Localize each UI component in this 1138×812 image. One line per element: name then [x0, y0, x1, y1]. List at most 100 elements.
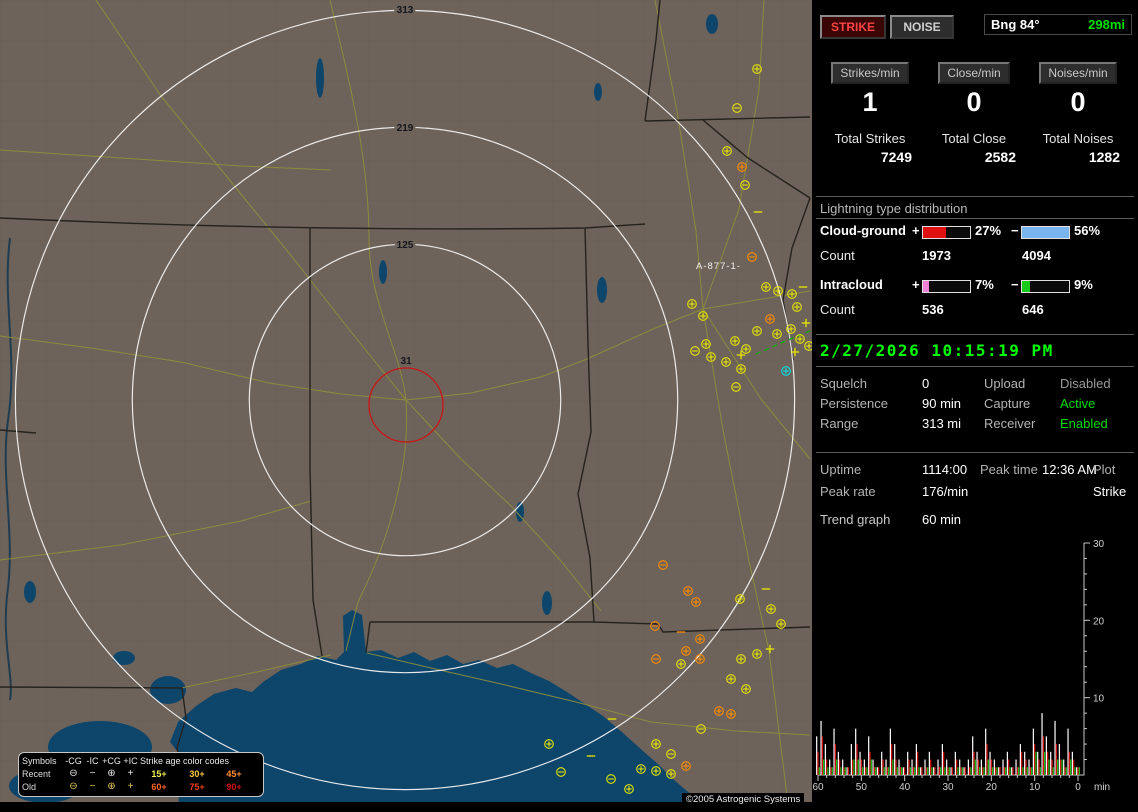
peak-rate-value: 176/min: [922, 484, 969, 499]
cg-plus-percent: 27%: [975, 223, 1002, 238]
range-ring-label-31: 31: [400, 356, 412, 367]
noise-mode-button[interactable]: NOISE: [890, 15, 954, 39]
svg-text:50: 50: [856, 782, 868, 793]
upload-value: Disabled: [1060, 376, 1111, 391]
legend-symbols-header: Symbols: [22, 756, 57, 766]
close-per-min-value: 0: [966, 87, 982, 117]
intracloud-count-row: Count 536 646: [812, 302, 1138, 322]
legend-grid: Symbols -CG -IC +CG +IC Strike age color code…: [22, 755, 260, 794]
cg-minus-percent: 56%: [1074, 223, 1101, 238]
svg-text:30: 30: [1093, 539, 1105, 550]
bearing-label: Bng 84°: [991, 17, 1040, 32]
plot-value: Strike: [1093, 484, 1127, 499]
range-receiver-row: Range 313 mi Receiver Enabled: [812, 416, 1138, 434]
capture-label: Capture: [984, 396, 1031, 411]
age-code: 90+: [226, 782, 242, 792]
peak-time-label: Peak time: [980, 462, 1038, 477]
cg-minus-bar-fill: [1022, 227, 1069, 238]
bearing-range: 298mi: [1088, 17, 1125, 32]
minus-sign: −: [1011, 277, 1019, 292]
legend-age-header: Strike age color codes: [140, 756, 230, 766]
app-window: 313 219 125 31 A-877-1- Symbols -CG -IC +CG…: [0, 0, 1138, 812]
persistence-value: 90 min: [922, 396, 962, 411]
strikes-per-min-button[interactable]: Strikes/min: [831, 62, 909, 84]
persistence-capture-row: Persistence 90 min Capture Active: [812, 396, 1138, 414]
capture-value: Active: [1060, 396, 1096, 411]
map-legend: Symbols -CG -IC +CG +IC Strike age color code…: [18, 752, 264, 797]
map-canvas[interactable]: 313 219 125 31 A-877-1-: [0, 0, 812, 812]
plot-label: Plot: [1093, 462, 1116, 477]
storm-cell-label: A-877-1-: [696, 261, 741, 272]
bearing-readout: Bng 84° 298mi: [984, 14, 1132, 35]
minus-sign: −: [1011, 223, 1019, 238]
strike-mode-button[interactable]: STRIKE: [820, 15, 886, 39]
intracloud-label: Intracloud: [820, 277, 883, 292]
copyright: ©2005 Astrogenic Systems: [682, 793, 805, 806]
age-code: 60+: [151, 782, 167, 792]
svg-text:10: 10: [1029, 782, 1041, 793]
count-label: Count: [820, 302, 855, 317]
uptime-value: 1114:00: [922, 462, 968, 477]
svg-text:10: 10: [1093, 694, 1105, 705]
trend-graph-row: Trend graph 60 min: [812, 512, 1138, 530]
distribution-title: Lightning type distribution: [820, 201, 968, 216]
total-strikes-label: Total Strikes: [834, 131, 906, 146]
divider: [816, 452, 1134, 453]
cloud-ground-label: Cloud-ground: [820, 223, 906, 238]
svg-text:20: 20: [986, 782, 998, 793]
datetime-display: 2/27/2026 10:15:19 PM: [820, 341, 1054, 360]
strike-symbol-icon: ⊖: [69, 781, 78, 792]
upload-label: Upload: [984, 376, 1026, 391]
legend-row-label: Old: [22, 782, 37, 792]
trend-graph-label: Trend graph: [820, 512, 891, 527]
ic-plus-percent: 7%: [975, 277, 994, 292]
receiver-value: Enabled: [1060, 416, 1108, 431]
cg-plus-bar: [922, 226, 971, 239]
close-column: Close/min 0 Total Close 2582: [922, 62, 1026, 165]
squelch-value: 0: [922, 376, 930, 391]
ic-minus-count: 646: [1022, 302, 1044, 317]
range-label: Range: [820, 416, 859, 431]
strike-symbol-icon: ⊖: [69, 768, 78, 779]
range-value: 313 mi: [922, 416, 962, 431]
divider: [816, 334, 1134, 335]
range-ring-label-125: 125: [397, 240, 414, 251]
svg-text:30: 30: [942, 782, 954, 793]
cloud-ground-row: Cloud-ground + 27% − 56%: [812, 223, 1138, 243]
total-close-label: Total Close: [941, 131, 1007, 146]
squelch-upload-row: Squelch 0 Upload Disabled: [812, 376, 1138, 394]
close-per-min-button[interactable]: Close/min: [938, 62, 1010, 84]
svg-text:20: 20: [1093, 616, 1105, 627]
ic-minus-percent: 9%: [1074, 277, 1093, 292]
svg-text:60: 60: [812, 782, 824, 793]
divider: [816, 366, 1134, 367]
strikes-column: Strikes/min 1 Total Strikes 7249: [818, 62, 922, 165]
legend-row-label: Recent: [22, 769, 51, 779]
strikes-per-min-value: 1: [862, 87, 878, 117]
noises-column: Noises/min 0 Total Noises 1282: [1026, 62, 1130, 165]
ic-plus-count: 536: [922, 302, 944, 317]
ic-minus-bar-fill: [1022, 281, 1030, 292]
noises-per-min-button[interactable]: Noises/min: [1039, 62, 1117, 84]
cg-plus-count: 1973: [922, 248, 951, 263]
plus-sign: +: [912, 277, 920, 292]
age-code: 75+: [189, 782, 205, 792]
strike-symbol-icon: −: [89, 768, 96, 779]
ic-plus-bar-fill: [923, 281, 930, 292]
peak-time-value: 12:36 AM: [1042, 462, 1097, 477]
strike-symbol-icon: +: [127, 768, 134, 779]
divider: [816, 218, 1134, 219]
age-code: 45+: [226, 769, 242, 779]
lightning-map[interactable]: 313 219 125 31 A-877-1- Symbols -CG -IC +CG…: [0, 0, 812, 812]
svg-text:40: 40: [899, 782, 911, 793]
strike-symbol-icon: ⊕: [107, 781, 116, 792]
peak-rate-row: Peak rate 176/min Strike: [812, 484, 1138, 502]
noises-per-min-value: 0: [1070, 87, 1086, 117]
legend-col-header: +CG: [102, 756, 121, 766]
legend-col-header: +IC: [123, 756, 138, 766]
intracloud-row: Intracloud + 7% − 9%: [812, 277, 1138, 297]
ic-plus-bar: [922, 280, 971, 293]
plus-sign: +: [912, 223, 920, 238]
strike-symbol-icon: ⊕: [107, 768, 116, 779]
cg-minus-bar: [1021, 226, 1070, 239]
